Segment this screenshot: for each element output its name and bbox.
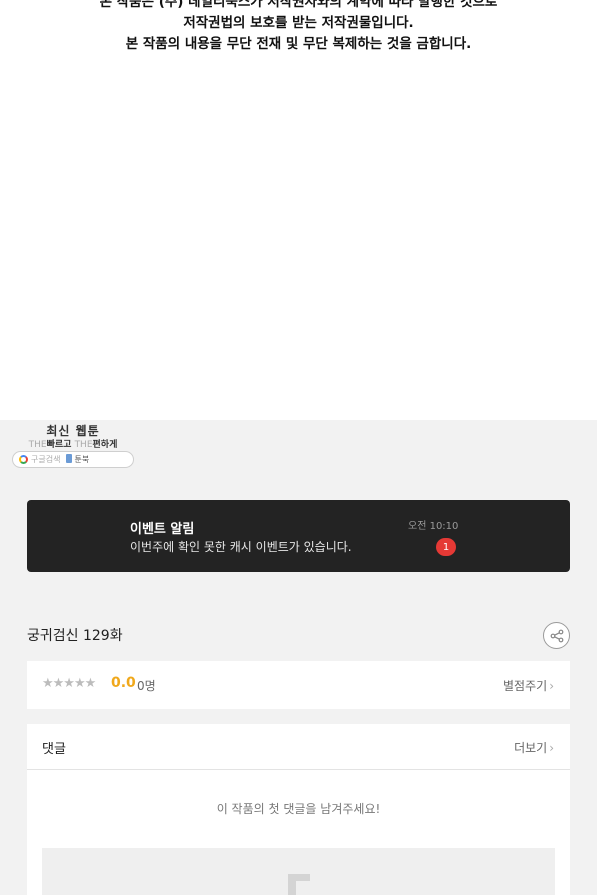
rating-score: 0.0 [111, 675, 136, 691]
logo-search-label: 구글검색 [31, 455, 61, 464]
google-icon [19, 455, 28, 464]
book-icon [66, 454, 73, 463]
more-label: 더보기 [514, 741, 548, 755]
site-logo[interactable]: 최신 웹툰 THE빠르고 THE편하게 구글검색 툰북 [12, 422, 134, 469]
copyright-notice: 본 작품은 (주) 데일리북스가 저작권자와의 계약에 따라 발행한 것으로 저… [0, 0, 597, 55]
comments-label: 댓글 [42, 742, 66, 757]
logo-brand-label: 툰북 [74, 455, 90, 464]
chevron-right-icon: › [549, 679, 554, 693]
notice-time: 오전 10:10 [408, 521, 459, 532]
logo-brand: 툰북 [66, 454, 89, 465]
copyright-line-1: 본 작품은 (주) 데일리북스가 저작권자와의 계약에 따라 발행한 것으로 [99, 0, 498, 10]
comments-header: 댓글 더보기 › [27, 724, 570, 770]
share-button[interactable] [543, 622, 570, 649]
empty-comments-message: 이 작품의 첫 댓글을 남겨주세요! [216, 802, 381, 816]
chevron-right-icon: › [549, 741, 554, 755]
tagline-fast: 빠르고 [46, 440, 72, 450]
tagline-the-1: THE [28, 440, 47, 450]
rate-label: 별점주기 [503, 679, 548, 693]
copyright-line-2: 저작권법의 보호를 받는 저작권물입니다. [183, 15, 414, 31]
rate-button[interactable]: 별점주기 › [503, 677, 554, 694]
logo-search-pill[interactable]: 구글검색 툰북 [12, 451, 134, 468]
event-notification[interactable]: 이벤트 알림 이번주에 확인 못한 캐시 이벤트가 있습니다. 오전 10:10… [27, 500, 570, 572]
image-placeholder-icon [288, 874, 310, 895]
notice-badge: 1 [436, 538, 456, 556]
notice-title: 이벤트 알림 [130, 522, 195, 537]
episode-title: 궁귀검신 129화 [27, 628, 123, 644]
more-comments-link[interactable]: 더보기 › [514, 739, 554, 756]
rating-panel: ★★★★★ 0.0 0명 별점주기 › [27, 661, 570, 709]
rating-stars[interactable]: ★★★★★ [42, 676, 96, 691]
comment-input-area[interactable] [42, 848, 555, 895]
tagline-easy: 편하게 [92, 440, 118, 450]
notice-message: 이번주에 확인 못한 캐시 이벤트가 있습니다. [130, 540, 352, 554]
copyright-line-3: 본 작품의 내용을 무단 전재 및 무단 복제하는 것을 금합니다. [125, 36, 472, 52]
logo-tagline: THE빠르고 THE편하게 [12, 437, 134, 450]
rating-count: 0명 [137, 679, 156, 693]
comments-section: 댓글 더보기 › 이 작품의 첫 댓글을 남겨주세요! [27, 724, 570, 895]
tagline-the-2: THE [74, 440, 93, 450]
share-icon [550, 629, 563, 642]
